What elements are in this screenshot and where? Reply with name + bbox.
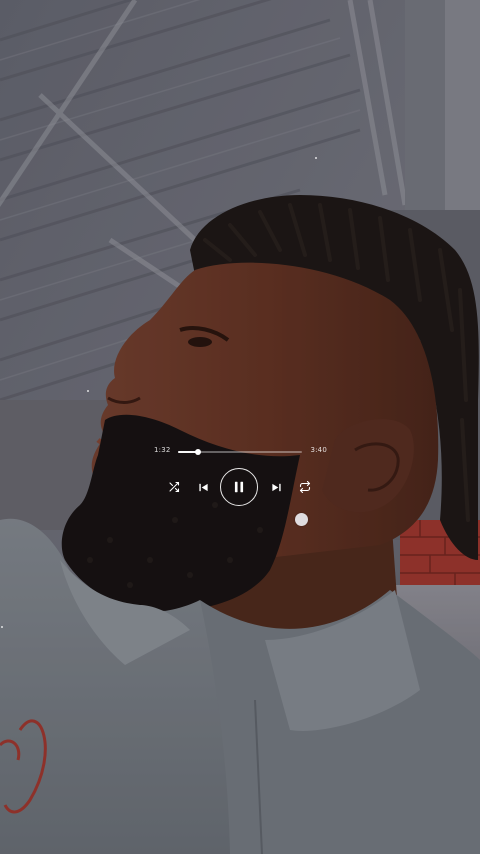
playback-controls	[166, 468, 326, 506]
light-speck	[1, 626, 3, 628]
elapsed-time: 1:32	[154, 446, 171, 454]
skip-next-icon	[271, 483, 281, 491]
previous-button[interactable]	[195, 479, 211, 495]
story-screen: 1:32 3:40	[0, 0, 480, 854]
next-button[interactable]	[268, 479, 284, 495]
progress-slider[interactable]	[178, 448, 302, 455]
assistive-touch-dot[interactable]	[295, 513, 308, 526]
music-player-widget: 1:32 3:40	[150, 442, 330, 508]
light-speck	[315, 157, 317, 159]
shuffle-icon	[169, 481, 180, 493]
progress-thumb[interactable]	[194, 448, 201, 455]
light-speck	[87, 390, 89, 392]
background-photo	[0, 0, 480, 854]
pause-icon	[234, 481, 244, 493]
repeat-icon	[299, 481, 311, 493]
pause-button[interactable]	[220, 468, 258, 506]
repeat-button[interactable]	[297, 479, 313, 495]
total-time: 3:40	[310, 446, 327, 454]
shuffle-button[interactable]	[166, 479, 182, 495]
skip-previous-icon	[198, 483, 208, 491]
